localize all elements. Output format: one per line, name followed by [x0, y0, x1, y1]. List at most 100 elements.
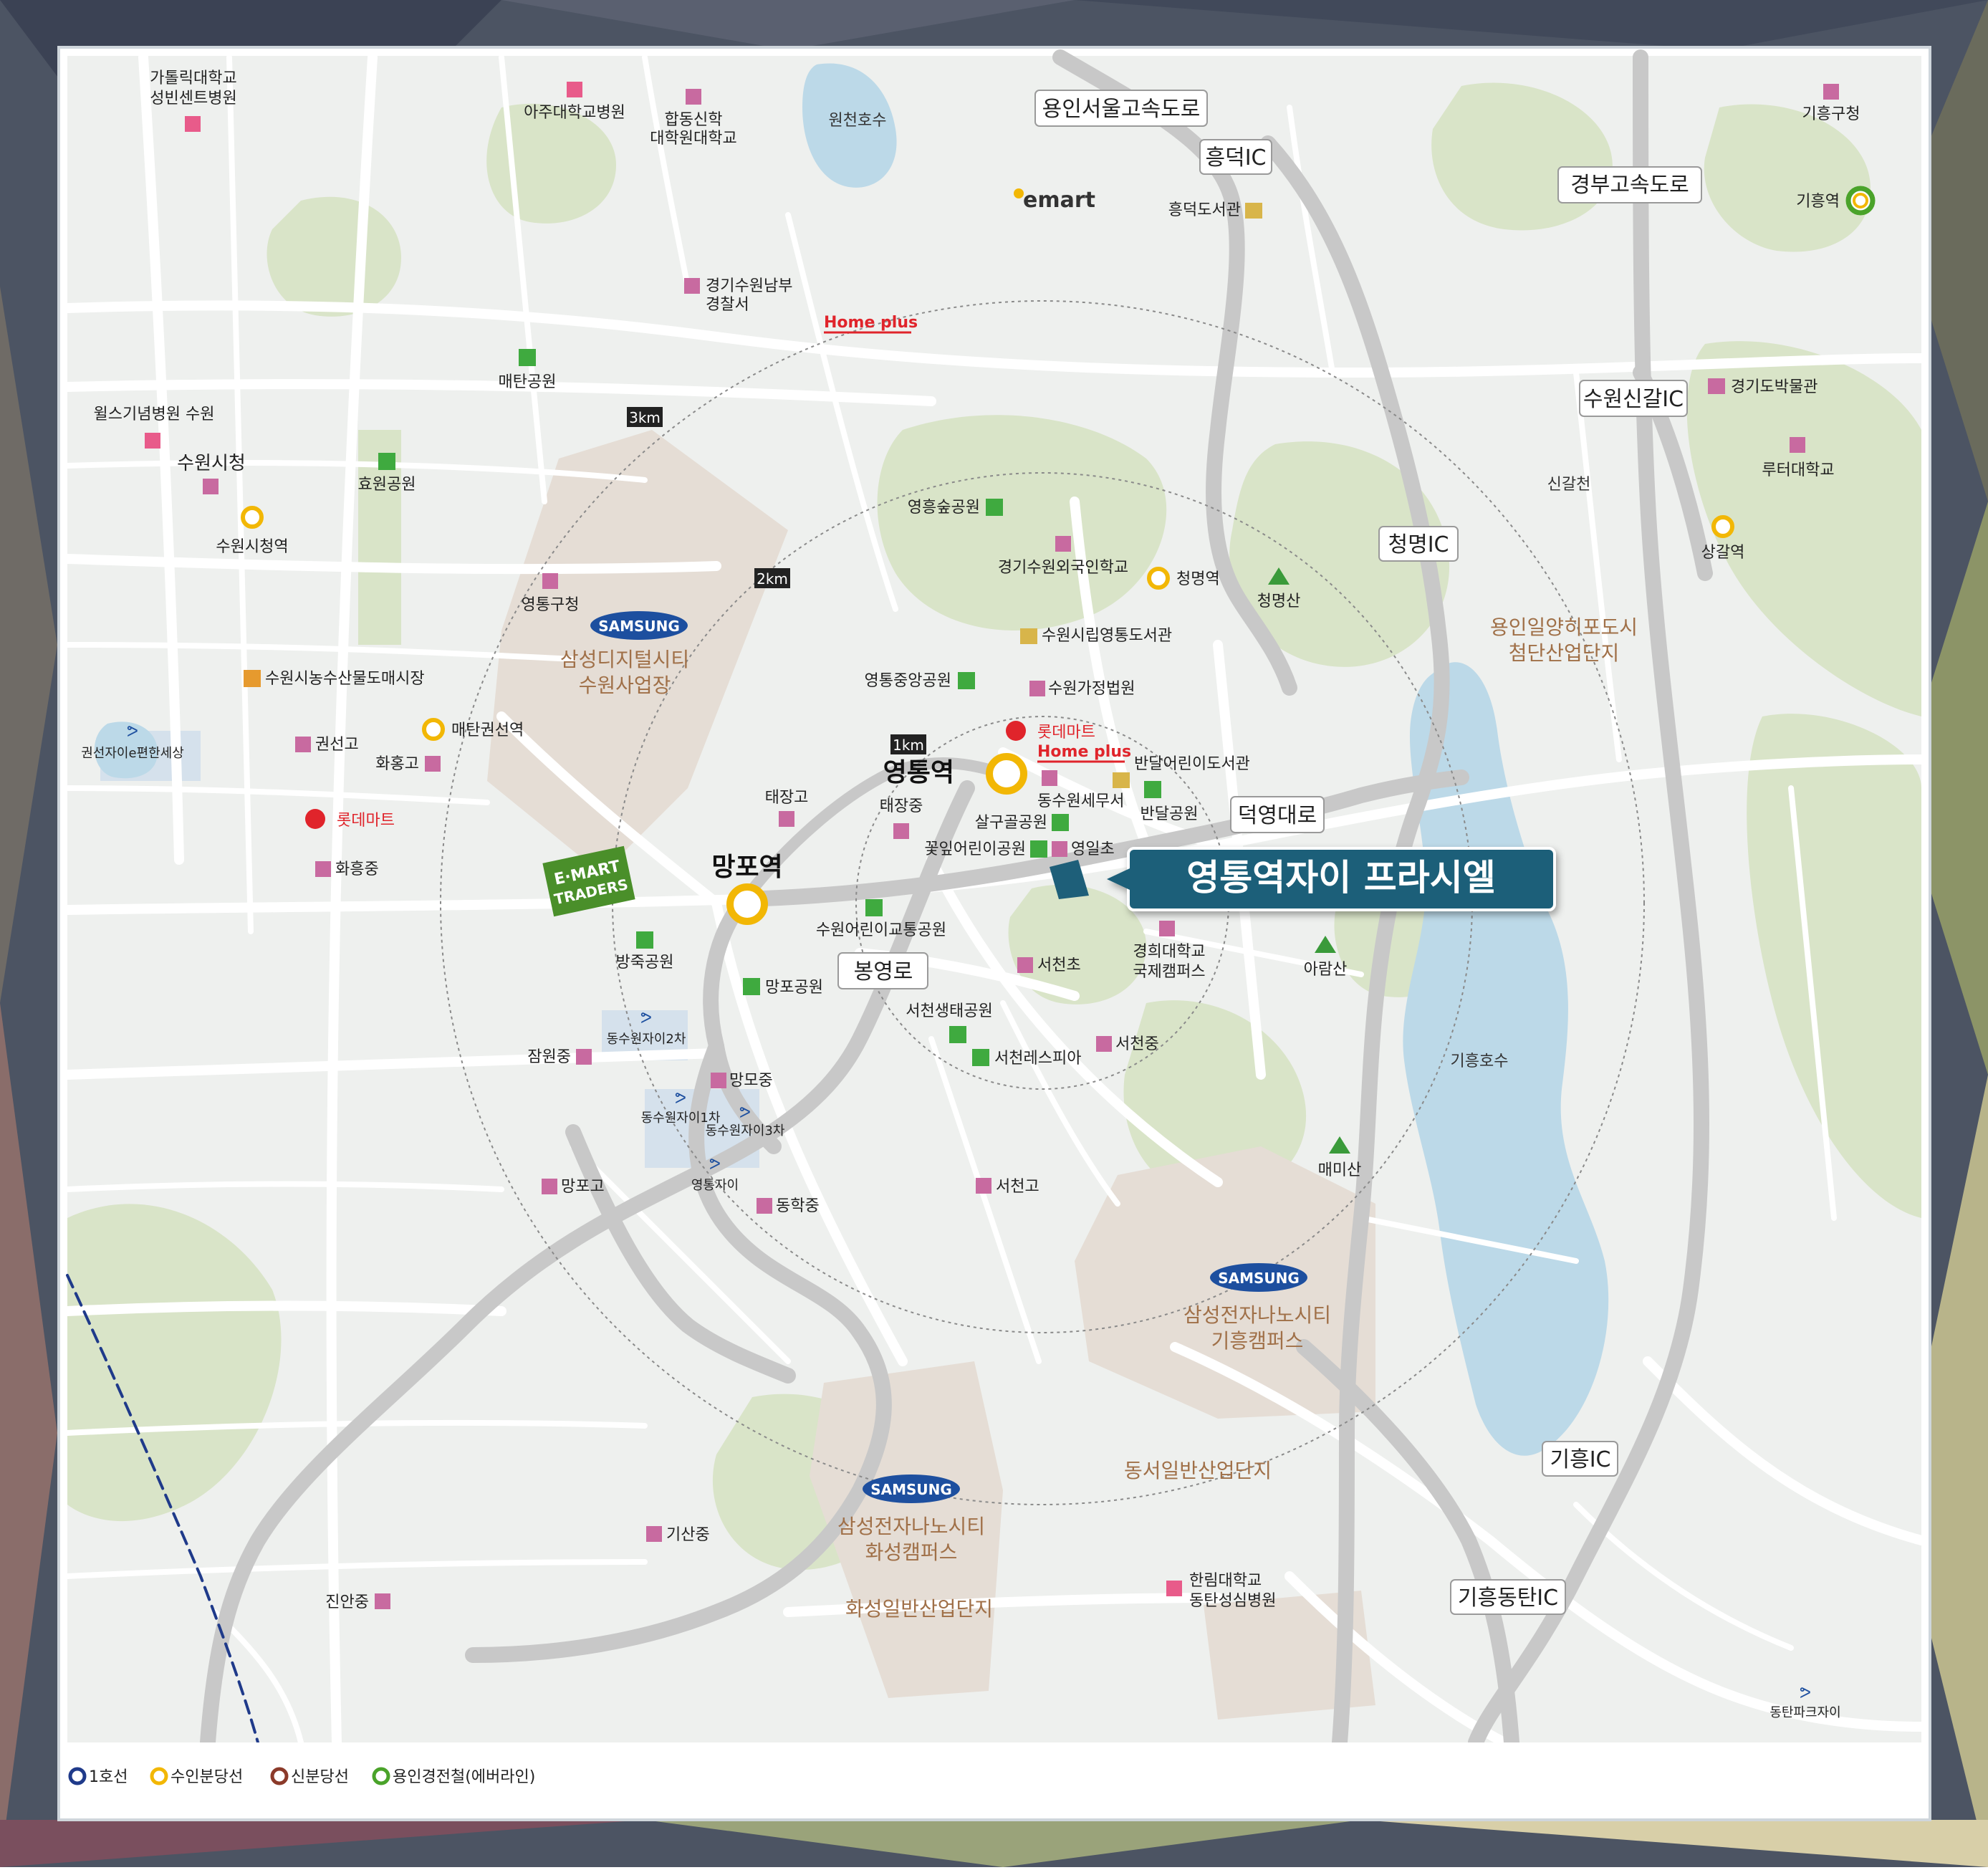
apartment-icon: ᕗ: [1800, 1684, 1811, 1702]
svg-text:SAMSUNG: SAMSUNG: [598, 618, 680, 635]
park-icon: [986, 499, 1003, 516]
apartment-icon: ᕗ: [675, 1090, 686, 1108]
poi-gisan-mid: 기산중: [646, 1526, 710, 1544]
park-icon: [1030, 840, 1047, 858]
mangpo-station-marker: [726, 883, 768, 925]
poi-seocheon-elem: 서천초: [1017, 956, 1081, 974]
legend-marker-icon: [270, 1767, 289, 1785]
school-icon: [1055, 536, 1071, 552]
poi-donghak-mid: 동학중: [757, 1197, 820, 1215]
school-icon: [1052, 841, 1067, 857]
svg-text:영통자이: 영통자이: [691, 1178, 739, 1193]
svg-text:매탄공원: 매탄공원: [499, 373, 557, 391]
map-area: 3km 2km 1km 용인서울고속도로 흥덕IC 경부고속도로 수원신갈IC …: [62, 49, 1926, 1750]
poi-central-park: 영통중앙공원: [865, 672, 975, 690]
svg-text:원천호수: 원천호수: [829, 112, 887, 130]
svg-text:서천고: 서천고: [996, 1178, 1039, 1196]
legend: 1호선 수인분당선 신분당선 용인경전철(에버라인): [67, 1742, 1921, 1811]
mangpo-station-label: 망포역: [711, 853, 782, 882]
yeongtong-station-label: 영통역: [883, 758, 954, 787]
school-icon: [425, 756, 441, 772]
radius-label-1km: 1km: [893, 737, 924, 754]
road-label-cheongmyeong-ic: 청명IC: [1388, 532, 1449, 557]
svg-text:수원시농수산물도매시장: 수원시농수산물도매시장: [265, 670, 425, 688]
svg-text:영통중앙공원: 영통중앙공원: [865, 672, 951, 690]
apartment-icon: ᕗ: [739, 1104, 751, 1122]
svg-text:루터대학교: 루터대학교: [1762, 461, 1834, 479]
svg-text:용인경전철(에버라인): 용인경전철(에버라인): [393, 1768, 535, 1786]
svg-text:수원가정법원: 수원가정법원: [1048, 680, 1135, 698]
poi-gyeonggi-museum: 경기도박물관: [1708, 378, 1817, 396]
svg-text:살구골공원: 살구골공원: [975, 814, 1047, 832]
svg-text:화홍고: 화홍고: [375, 755, 419, 773]
school-icon: [646, 1526, 662, 1542]
district-dongseo-industrial: 동서일반산업단지: [1124, 1459, 1272, 1482]
poi-mangpo-park: 망포공원: [743, 978, 823, 997]
svg-text:망포공원: 망포공원: [765, 979, 823, 997]
park-icon: [378, 453, 395, 470]
apartment-icon: ᕗ: [640, 1010, 652, 1027]
school-icon: [893, 823, 909, 839]
poi-seocheon-lespia: 서천레스피아: [972, 1049, 1081, 1068]
hospital-icon: [145, 433, 160, 449]
svg-text:SAMSUNG: SAMSUNG: [870, 1481, 952, 1498]
poi-mangmo-mid: 망모중: [711, 1072, 773, 1090]
svg-text:영흥숲공원: 영흥숲공원: [908, 499, 980, 517]
poi-yeongil-elem: 영일초: [1052, 840, 1115, 858]
park-icon: [636, 931, 653, 949]
school-icon: [976, 1178, 991, 1194]
svg-text:기산중: 기산중: [666, 1526, 710, 1544]
svg-text:영통구청: 영통구청: [522, 596, 580, 614]
road-label-giheung-ic: 기흥IC: [1550, 1447, 1611, 1472]
school-icon: [711, 1073, 726, 1088]
svg-text:수인분당선: 수인분당선: [171, 1768, 243, 1786]
school-icon: [542, 1179, 557, 1194]
park-icon: [1144, 781, 1161, 798]
svg-text:아람산: 아람산: [1304, 961, 1348, 979]
poi-gwonseon-high: 권선고: [295, 736, 359, 754]
poi-yeongtong-library: 수원시립영통도서관: [1020, 627, 1172, 645]
svg-text:1호선: 1호선: [89, 1768, 128, 1786]
school-icon: [1159, 921, 1175, 936]
emart-dot-icon: [1014, 188, 1024, 198]
school-icon: [295, 737, 311, 752]
lotte-mart-icon: [305, 809, 325, 829]
school-icon: [315, 861, 331, 877]
legend-marker-icon: [150, 1767, 168, 1785]
office-icon: [1823, 84, 1839, 100]
svg-text:SAMSUNG: SAMSUNG: [1218, 1270, 1300, 1287]
cheongmyeong-station-label: 청명역: [1176, 570, 1220, 588]
svg-text:서천중: 서천중: [1115, 1035, 1159, 1053]
library-icon: [1113, 772, 1130, 788]
svg-text:서천초: 서천초: [1037, 956, 1081, 974]
legend-item-sinbundang: 신분당선: [270, 1767, 349, 1786]
svg-text:반달어린이도서관: 반달어린이도서관: [1134, 755, 1250, 773]
park-icon: [958, 672, 975, 689]
library-icon: [1245, 203, 1262, 219]
cheongmyeong-station-marker: [1147, 567, 1170, 590]
homeplus-logo: Home plus: [824, 314, 918, 332]
apartment-icon: ᕗ: [127, 723, 138, 741]
hospital-icon: [1166, 1581, 1182, 1596]
road-label-deogyeong-daero: 덕영대로: [1238, 803, 1317, 828]
poi-heungdeok-library: 흥덕도서관: [1168, 201, 1262, 219]
svg-text:권선자이e편한세상: 권선자이e편한세상: [81, 746, 184, 761]
svg-text:윌스기념병원 수원: 윌스기념병원 수원: [94, 406, 215, 423]
svg-text:청명산: 청명산: [1257, 593, 1301, 610]
school-icon: [686, 89, 701, 105]
school-icon: [1017, 957, 1033, 973]
suwon-city-hall-station-marker: [241, 506, 264, 529]
hospital-icon: [567, 82, 582, 97]
svg-text:효원공원: 효원공원: [358, 476, 416, 494]
poi-mangpo-high: 망포고: [542, 1178, 605, 1196]
school-icon: [375, 1593, 390, 1609]
svg-text:망모중: 망모중: [729, 1072, 773, 1090]
school-icon: [576, 1049, 592, 1065]
apartment-icon: ᕗ: [709, 1156, 721, 1174]
map-canvas: 3km 2km 1km 용인서울고속도로 흥덕IC 경부고속도로 수원신갈IC …: [0, 0, 1988, 1867]
school-icon: [1096, 1036, 1112, 1052]
park-icon: [1052, 814, 1069, 831]
legend-marker-icon: [372, 1767, 390, 1785]
poi-jamwon-mid: 잠원중: [527, 1048, 592, 1066]
legend-marker-icon: [68, 1767, 87, 1785]
